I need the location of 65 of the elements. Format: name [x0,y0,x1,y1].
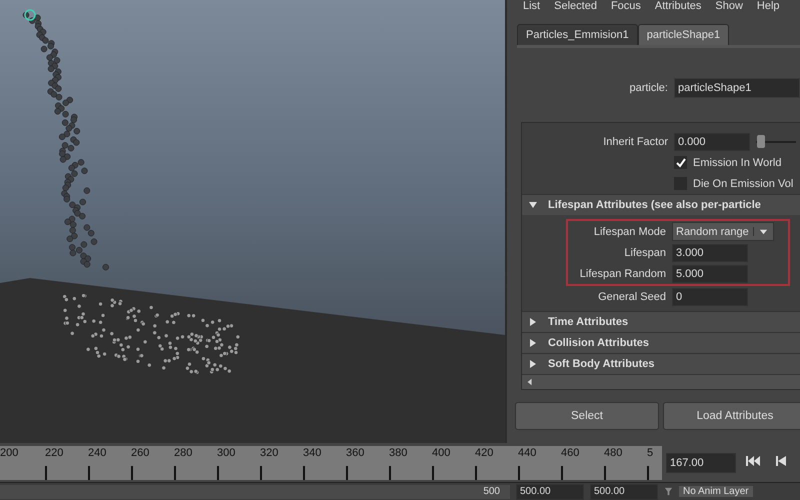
attribute-label: Lifespan [623,246,666,258]
menu-item[interactable]: Attributes [654,0,702,14]
menu-item[interactable]: Show [715,0,743,14]
range-end-field[interactable]: 500.00 [590,484,658,500]
menu-item[interactable]: Help [756,0,780,14]
attribute-field[interactable]: 0.000 [674,132,750,150]
horizontal-scrollbar[interactable] [522,374,800,389]
section-title: Lifespan Attributes (see also per-particle [548,199,761,211]
frame-number: 260 [131,446,150,459]
frame-number: 280 [174,446,192,459]
checkbox-label: Die On Emission Vol [693,178,794,190]
section-header[interactable]: Time Attributes [522,311,800,332]
triangle-icon [528,359,538,369]
tab[interactable]: Particles_Emmision1 [517,24,638,45]
triangle-icon [528,200,538,210]
panel-button[interactable]: Select [515,402,659,430]
frame-number: 300 [217,446,236,459]
node-name-field[interactable]: particleShape1 [674,78,800,98]
triangle-icon [528,338,538,348]
section-header[interactable]: Soft Body Attributes [522,353,800,374]
current-frame-field[interactable]: 167.00 [666,452,736,473]
frame-number: 340 [303,446,322,459]
frame-number: 380 [389,446,408,459]
attribute-label: Lifespan Random [578,268,666,280]
menu-item[interactable]: Selected [554,0,597,14]
tab[interactable]: particleShape1 [638,24,730,45]
attribute-field[interactable]: 0 [672,288,748,306]
section-title: Soft Body Attributes [548,358,655,370]
section-title: Collision Attributes [548,337,650,349]
attribute-field[interactable]: 5.000 [672,264,748,282]
checkbox[interactable] [674,156,687,169]
funnel-icon [664,487,673,496]
frame-number: 5 [647,446,654,459]
triangle-icon [528,317,538,327]
frame-number: 460 [561,446,580,459]
node-label: particle: [629,82,668,94]
frame-number: 420 [475,446,494,459]
menu-item[interactable]: Focus [610,0,641,14]
frame-number: 440 [518,446,536,459]
checkbox-label: Emission In World [693,156,782,168]
frame-number: 200 [0,446,18,459]
slider-handle[interactable] [756,134,765,148]
range-end-number: 500 [483,486,500,498]
frame-number: 220 [45,446,64,459]
section-header[interactable]: Collision Attributes [522,332,800,353]
skip-to-start-icon [745,455,761,468]
attribute-label: Lifespan Mode [592,226,666,238]
frame-number: 400 [432,446,450,459]
section-header[interactable]: Lifespan Attributes (see also per-particle [522,194,800,215]
scroll-left-icon[interactable] [526,378,534,386]
attribute-label: General Seed [597,290,666,302]
frame-number: 320 [260,446,278,459]
range-start-field[interactable]: 500.00 [516,484,584,500]
frame-number: 360 [346,446,364,459]
menu-item[interactable]: List [523,0,540,14]
step-back-icon [775,455,787,468]
attribute-label: Inherit Factor [602,136,668,148]
timeline-ruler[interactable]: 200 220 240 260 280 300 320 340 360 380 400 420 440 460 480 5 [0,446,662,480]
frame-number: 240 [88,446,106,459]
anim-layer-dropdown[interactable]: No Anim Layer [679,486,753,498]
attribute-field[interactable]: 3.000 [672,244,748,262]
frame-number: 480 [604,446,622,459]
section-title: Time Attributes [548,316,628,328]
panel-button[interactable]: Load Attributes [663,402,800,430]
dropdown[interactable]: Random range [672,222,774,241]
